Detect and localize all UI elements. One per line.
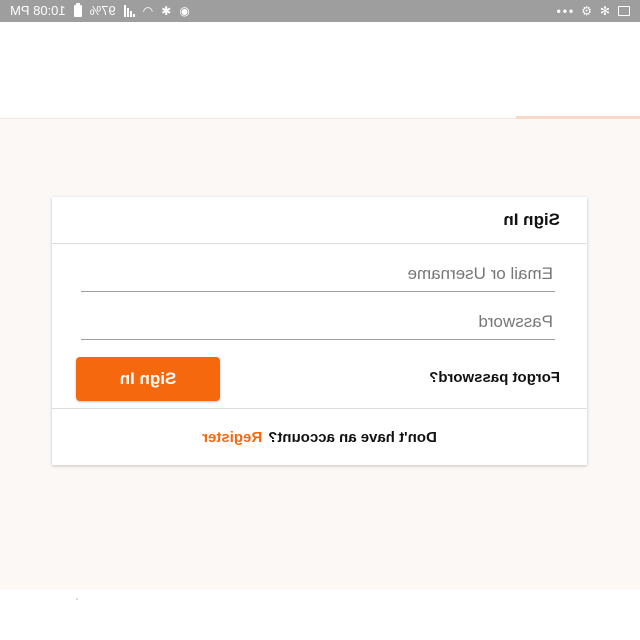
signal-icon: [123, 5, 135, 17]
fan-icon: ✻: [599, 4, 610, 18]
sign-in-card: Sign In Forgot password? Sign In Don't h…: [52, 197, 587, 466]
password-field: [81, 305, 555, 340]
card-title: Sign In: [503, 210, 560, 229]
actions-row: Forgot password? Sign In: [52, 353, 587, 403]
card-header: Sign In: [52, 197, 587, 244]
status-bar-left: ✻ ⚙ •••: [554, 4, 630, 18]
status-bar-right: ◉ ✱ ◠ 97% 10:08 PM: [10, 0, 190, 22]
forgot-password-link[interactable]: Forgot password?: [429, 369, 560, 386]
bottom-area: [0, 590, 640, 640]
password-input[interactable]: [81, 305, 555, 339]
settings-icon: ⚙: [581, 4, 592, 18]
bottom-dot: [76, 598, 78, 600]
register-link[interactable]: Register: [202, 429, 262, 446]
email-input[interactable]: [81, 257, 555, 291]
no-account-text: Don't have an account?: [268, 429, 437, 446]
wifi-icon: ◠: [142, 4, 154, 18]
email-field: [81, 257, 555, 292]
app-header: [0, 22, 640, 119]
card-footer: Don't have an account? Register: [52, 408, 587, 466]
status-bar: ✻ ⚙ ••• ◉ ✱ ◠ 97% 10:08 PM: [0, 0, 640, 22]
overflow-dots-icon: •••: [554, 4, 574, 18]
status-time: 10:08 PM: [10, 3, 66, 18]
image-icon: [618, 6, 630, 16]
screen: ✻ ⚙ ••• ◉ ✱ ◠ 97% 10:08 PM Sign In Email…: [0, 0, 640, 640]
location-icon: ◉: [179, 4, 190, 18]
sign-in-button[interactable]: Sign In: [76, 357, 220, 401]
battery-icon: [73, 5, 82, 17]
battery-percent: 97%: [89, 3, 116, 18]
bluetooth-icon: ✱: [161, 4, 172, 18]
